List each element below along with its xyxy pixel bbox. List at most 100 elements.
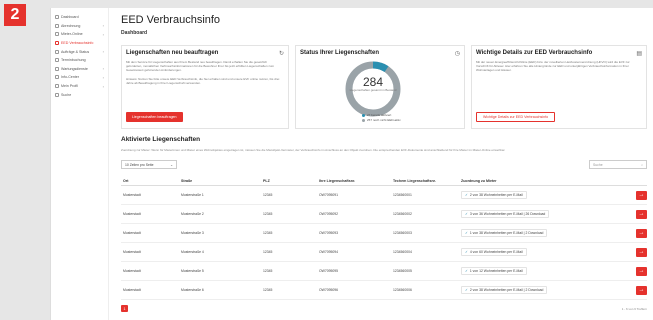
sidebar-item-6[interactable]: Wartungsdienste ›: [51, 65, 108, 74]
header-ihre-nr[interactable]: Ihre Liegenschaftsnr.: [319, 179, 393, 183]
table-row[interactable]: Musterstadt Musterstraße 1 12345 OW7095091 1…: [121, 186, 647, 205]
clock-icon[interactable]: ◷: [455, 50, 460, 57]
sidebar-item-label: Aufträge & Status: [61, 49, 90, 54]
briefcase-icon[interactable]: ▤: [636, 50, 642, 57]
header-plz[interactable]: PLZ: [263, 179, 319, 183]
search-icon: [55, 92, 59, 97]
sidebar-item-label: Mein Profil: [61, 84, 78, 89]
cell-strasse: Musterstraße 2: [181, 212, 204, 216]
sidebar-item-9[interactable]: Suche: [51, 90, 108, 99]
cell-strasse: Musterstraße 4: [181, 250, 204, 254]
card-note: Hinweis: Nutzen Sie bitte unsere EED Ver…: [126, 76, 280, 85]
sidebar-item-0[interactable]: Dashboard: [51, 13, 108, 22]
assignment-text: 1 von 38 Wohneinheiten per E-Mail | 2 Do…: [469, 231, 544, 235]
cell-techem: 1234560006: [393, 288, 412, 292]
sidebar-item-label: Dashboard: [61, 15, 79, 20]
donut-legend: 27 bereits aktiviert 257 noch nicht EED-…: [362, 113, 401, 123]
assignment-text: 2 von 38 Wohneinheiten per E-Mail: [469, 193, 523, 197]
cell-plz: 12345: [263, 193, 273, 197]
table-row[interactable]: Musterstadt Musterstraße 6 12345 OW7095096 1…: [121, 281, 647, 300]
assignment-status: ✓ 4 von 60 Wohneinheiten per E-Mail: [461, 248, 527, 256]
table-row[interactable]: Musterstadt Musterstraße 4 12345 OW7095094 1…: [121, 243, 647, 262]
table-row[interactable]: Musterstadt Musterstraße 2 12345 OW7095092 1…: [121, 205, 647, 224]
legend-dot-active: [362, 113, 365, 117]
open-row-arrow-icon[interactable]: →: [636, 209, 647, 219]
chevron-right-icon: ›: [102, 74, 104, 80]
open-row-arrow-icon[interactable]: →: [636, 228, 647, 238]
sidebar-item-2[interactable]: Mieter-Online ›: [51, 30, 108, 39]
cell-ort: Musterstadt: [123, 212, 141, 216]
assign-properties-button[interactable]: Liegenschaften beauftragen: [126, 112, 183, 122]
cell-plz: 12345: [263, 269, 273, 273]
legend-label-inactive: 257 noch nicht EED-aktiv: [367, 118, 401, 122]
properties-table: Ort Straße PLZ Ihre Liegenschaftsnr. Tec…: [121, 176, 647, 300]
info-icon: [55, 75, 59, 80]
card-title: Status Ihrer Liegenschaften: [300, 50, 380, 56]
assignment-text: 1 von 12 Wohneinheiten per E-Mail: [469, 269, 523, 273]
sidebar-item-label: Abrechnung: [61, 23, 81, 28]
open-row-arrow-icon[interactable]: →: [636, 247, 647, 257]
eed-details-button[interactable]: Wichtige Details zur EED Verbrauchsinfo: [476, 112, 556, 122]
table-row[interactable]: Musterstadt Musterstraße 3 12345 OW7095093 1…: [121, 224, 647, 243]
open-row-arrow-icon[interactable]: →: [636, 285, 647, 295]
table-header: Ort Straße PLZ Ihre Liegenschaftsnr. Tec…: [121, 176, 647, 186]
card-property-status: Status Ihrer Liegenschaften ◷ 284 Liegen…: [295, 45, 465, 129]
refresh-icon[interactable]: ↻: [279, 50, 284, 57]
sidebar-item-8[interactable]: Mein Profil ›: [51, 82, 108, 91]
search-placeholder: Suche: [593, 162, 603, 167]
pagination-count: 1 - 6 von 6 Treffern: [621, 307, 647, 311]
total-count: 284: [362, 75, 384, 89]
search-input[interactable]: Suche ⌕: [589, 160, 647, 169]
cell-ort: Musterstadt: [123, 288, 141, 292]
total-label: Liegenschaften gesamt im Bestand: [349, 88, 397, 92]
chevron-right-icon: ›: [102, 23, 104, 29]
users-icon: [55, 32, 59, 37]
chevron-right-icon: ›: [102, 31, 104, 37]
sidebar-item-label: EED Verbrauchsinfo: [61, 41, 94, 46]
app-window: Dashboard Abrechnung › Mieter-Online › EED Ve…: [50, 8, 653, 320]
check-icon: ✓: [465, 269, 468, 273]
sidebar-item-1[interactable]: Abrechnung ›: [51, 22, 108, 31]
sidebar-item-label: Info-Center: [61, 75, 79, 80]
open-row-arrow-icon[interactable]: →: [636, 266, 647, 276]
cell-ihre: OW7095094: [319, 250, 339, 254]
header-zuordnung[interactable]: Zuordnung zu Mieter: [461, 179, 635, 183]
rows-per-page-select[interactable]: 10 Zeilen pro Seite ⌄: [121, 160, 177, 169]
pagination-page-1[interactable]: 1: [121, 305, 128, 312]
cell-strasse: Musterstraße 5: [181, 269, 204, 273]
cell-strasse: Musterstraße 1: [181, 193, 204, 197]
bolt-icon: [55, 41, 59, 46]
assignment-text: 3 von 36 Wohneinheiten per E-Mail | 26 D…: [469, 212, 546, 216]
legend-inactive: 257 noch nicht EED-aktiv: [362, 118, 401, 123]
sidebar-item-4[interactable]: Aufträge & Status ›: [51, 47, 108, 56]
card-title: Liegenschaften neu beauftragen: [126, 50, 219, 56]
card-title: Wichtige Details zur EED Verbrauchsinfo: [476, 50, 593, 56]
cell-ihre: OW7095093: [319, 231, 339, 235]
assignment-text: 4 von 60 Wohneinheiten per E-Mail: [469, 250, 523, 254]
wrench-icon: [55, 66, 59, 71]
sidebar-item-7[interactable]: Info-Center ›: [51, 73, 108, 82]
cell-ihre: OW7095092: [319, 212, 339, 216]
check-icon: ✓: [465, 250, 468, 254]
assignment-status: ✓ 3 von 36 Wohneinheiten per E-Mail | 26 …: [461, 210, 550, 218]
header-strasse[interactable]: Straße: [181, 179, 263, 183]
open-row-arrow-icon[interactable]: →: [636, 190, 647, 200]
check-icon: ✓: [465, 288, 468, 292]
header-ort[interactable]: Ort: [121, 179, 181, 183]
assignment-status: ✓ 2 von 38 Wohneinheiten per E-Mail | 2 D…: [461, 286, 548, 294]
chevron-down-icon: ⌄: [170, 162, 173, 167]
assignment-status: ✓ 1 von 12 Wohneinheiten per E-Mail: [461, 267, 527, 275]
cell-strasse: Musterstraße 3: [181, 231, 204, 235]
sidebar: Dashboard Abrechnung › Mieter-Online › EED Ve…: [51, 8, 109, 320]
card-text: Mit dem Service für Liegenschaften aus I…: [126, 60, 275, 73]
header-techem-nr[interactable]: Techem Liegenschaftsnr.: [393, 179, 461, 183]
sidebar-item-3[interactable]: EED Verbrauchsinfo: [51, 39, 108, 48]
check-icon: ✓: [465, 193, 468, 197]
select-value: 10 Zeilen pro Seite: [125, 162, 154, 167]
chevron-right-icon: ›: [102, 66, 104, 72]
sidebar-item-5[interactable]: Terminbuchung: [51, 56, 108, 65]
grid-icon: [55, 15, 59, 20]
table-row[interactable]: Musterstadt Musterstraße 5 12345 OW7095095 1…: [121, 262, 647, 281]
cell-strasse: Musterstraße 6: [181, 288, 204, 292]
sidebar-item-label: Mieter-Online: [61, 32, 83, 37]
